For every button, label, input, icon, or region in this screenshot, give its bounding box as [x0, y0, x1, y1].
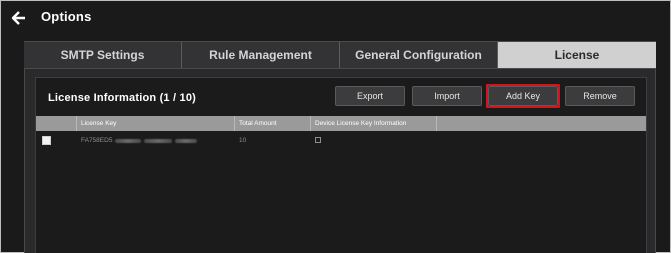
license-key-prefix: FA758ED5 — [81, 137, 113, 144]
license-information-title: License Information (1 / 10) — [48, 92, 197, 104]
header: Options — [1, 1, 670, 35]
license-section: License Information (1 / 10) Export Impo… — [35, 77, 647, 253]
total-amount-cell: 10 — [239, 137, 247, 144]
column-header-license-key[interactable]: License Key — [76, 116, 234, 131]
column-header-total-amount[interactable]: Total Amount — [234, 116, 310, 131]
tab-smtp-settings[interactable]: SMTP Settings — [24, 41, 182, 68]
tab-rule-management[interactable]: Rule Management — [182, 41, 340, 68]
page-title: Options — [41, 9, 92, 24]
options-window: Options SMTP Settings Rule Management Ge… — [0, 0, 671, 253]
tab-bar: SMTP Settings Rule Management General Co… — [24, 41, 656, 68]
redacted-key-part — [115, 138, 142, 143]
redacted-key-part — [144, 138, 173, 143]
import-button[interactable]: Import — [412, 86, 482, 106]
export-button[interactable]: Export — [335, 86, 405, 106]
device-info-square-icon[interactable] — [315, 137, 321, 143]
add-key-highlight — [486, 84, 560, 108]
license-panel: License Information (1 / 10) Export Impo… — [24, 68, 656, 253]
row-checkbox[interactable] — [42, 136, 51, 145]
table-header: License Key Total Amount Device License … — [36, 116, 646, 131]
tab-license[interactable]: License — [498, 41, 656, 68]
redacted-key-part — [175, 138, 198, 143]
column-header-device-info[interactable]: Device License Key Information — [310, 116, 436, 131]
remove-button[interactable]: Remove — [565, 86, 635, 106]
column-header-empty — [436, 116, 646, 131]
license-key-cell: FA758ED5 — [81, 137, 198, 144]
back-arrow-icon[interactable] — [10, 10, 26, 26]
select-all-header[interactable] — [36, 116, 76, 131]
tab-general-configuration[interactable]: General Configuration — [340, 41, 498, 68]
table-row[interactable]: FA758ED5 10 — [36, 134, 646, 148]
